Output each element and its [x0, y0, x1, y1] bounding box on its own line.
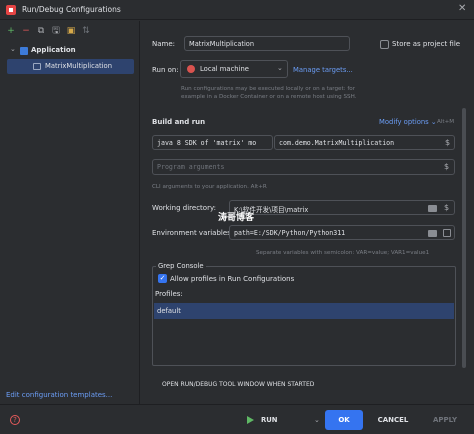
- cli-hint: CLI arguments to your application. Alt+R: [152, 184, 267, 190]
- store-as-project-file-checkbox[interactable]: [380, 40, 389, 49]
- macro-icon[interactable]: $: [444, 162, 449, 171]
- sort-icon[interactable]: ⇅: [81, 26, 91, 36]
- environment-variables-value: path=E:/SDK/Python/Python311: [234, 229, 346, 237]
- scrollbar[interactable]: [462, 108, 466, 368]
- run-config-icon: [33, 63, 41, 70]
- name-input[interactable]: MatrixMultiplication: [184, 36, 350, 51]
- allow-profiles-checkbox[interactable]: ✓: [158, 274, 167, 283]
- add-icon[interactable]: +: [6, 26, 16, 36]
- title-bar: Run/Debug Configurations ✕: [0, 0, 474, 20]
- configurations-sidebar: + − ⧉ 🖫 ▣ ⇅ ⌄ Application MatrixMultipli…: [0, 21, 140, 404]
- dialog-buttons-bar: ? RUN ⌄ OK CANCEL APPLY: [0, 404, 474, 434]
- name-label: Name:: [152, 40, 176, 48]
- run-on-select[interactable]: Local machine ⌄: [180, 60, 288, 78]
- working-directory-input[interactable]: K:\软件开发\项目\matrix $: [229, 200, 455, 215]
- play-icon: [247, 416, 254, 424]
- tree-item-matrix-multiplication[interactable]: MatrixMultiplication: [7, 59, 134, 74]
- app-logo-icon: [6, 5, 16, 15]
- working-directory-label: Working directory:: [152, 204, 216, 212]
- window-title: Run/Debug Configurations: [22, 5, 121, 14]
- grep-console-title: Grep Console: [156, 262, 206, 270]
- cancel-button[interactable]: CANCEL: [370, 410, 416, 430]
- profiles-list[interactable]: default: [154, 303, 454, 364]
- chevron-down-icon: ⌄: [277, 64, 283, 72]
- run-on-value: Local machine: [200, 65, 249, 73]
- chevron-down-icon[interactable]: ⌄: [10, 45, 16, 53]
- watermark-text: 涛哥博客: [218, 213, 255, 223]
- program-arguments-input[interactable]: Program arguments $: [152, 159, 455, 175]
- ok-button[interactable]: OK: [325, 410, 363, 430]
- folder-icon[interactable]: [428, 205, 437, 212]
- jdk-value: java 8 SDK of 'matrix' mo: [157, 139, 257, 147]
- list-item[interactable]: default: [154, 303, 454, 319]
- edit-templates-link[interactable]: Edit configuration templates...: [6, 391, 112, 399]
- application-icon: [20, 47, 28, 55]
- run-label: RUN: [261, 416, 278, 424]
- chevron-down-icon[interactable]: ⌄: [314, 416, 320, 424]
- jdk-select[interactable]: java 8 SDK of 'matrix' mo: [152, 135, 273, 150]
- main-class-input[interactable]: com.demo.MatrixMultiplication $: [274, 135, 455, 150]
- local-machine-icon: [187, 65, 195, 73]
- remove-icon[interactable]: −: [21, 26, 31, 36]
- environment-variables-input[interactable]: path=E:/SDK/Python/Python311: [229, 225, 455, 240]
- store-as-project-file-label: Store as project file: [392, 40, 461, 48]
- edit-env-icon[interactable]: [443, 229, 451, 237]
- open-tool-window-option[interactable]: OPEN RUN/DEBUG TOOL WINDOW WHEN STARTED: [162, 381, 314, 388]
- run-on-label: Run on:: [152, 66, 179, 74]
- macro-icon[interactable]: $: [444, 203, 449, 212]
- main-class-value: com.demo.MatrixMultiplication: [279, 139, 395, 147]
- environment-variables-label: Environment variables:: [152, 229, 234, 237]
- help-icon[interactable]: ?: [10, 415, 20, 425]
- apply-button[interactable]: APPLY: [422, 410, 468, 430]
- macro-icon[interactable]: $: [445, 138, 450, 147]
- manage-targets-link[interactable]: Manage targets...: [293, 66, 353, 74]
- run-on-hint-line2: example in a Docker Container or on a re…: [181, 94, 357, 100]
- profiles-label: Profiles:: [155, 290, 183, 298]
- tree-item-label: MatrixMultiplication: [45, 62, 113, 70]
- tree-group-application[interactable]: ⌄ Application: [0, 44, 140, 58]
- modify-options-shortcut: Alt+M: [437, 119, 455, 125]
- run-on-hint-line1: Run configurations may be executed local…: [181, 86, 356, 92]
- save-icon[interactable]: 🖫: [51, 26, 61, 36]
- folder-icon[interactable]: [428, 230, 437, 237]
- modify-options-link[interactable]: Modify options ⌄: [379, 118, 437, 126]
- folder-icon[interactable]: ▣: [66, 26, 76, 36]
- run-button[interactable]: RUN: [241, 410, 297, 430]
- close-icon[interactable]: ✕: [458, 3, 466, 14]
- program-arguments-placeholder: Program arguments: [157, 163, 225, 171]
- allow-profiles-label: Allow profiles in Run Configurations: [170, 275, 295, 283]
- env-hint: Separate variables with semicolon: VAR=v…: [256, 250, 430, 256]
- tree-group-label: Application: [31, 46, 76, 54]
- copy-icon[interactable]: ⧉: [36, 26, 46, 36]
- build-and-run-title: Build and run: [152, 118, 206, 126]
- profile-default-label: default: [157, 307, 181, 315]
- name-value: MatrixMultiplication: [189, 40, 255, 48]
